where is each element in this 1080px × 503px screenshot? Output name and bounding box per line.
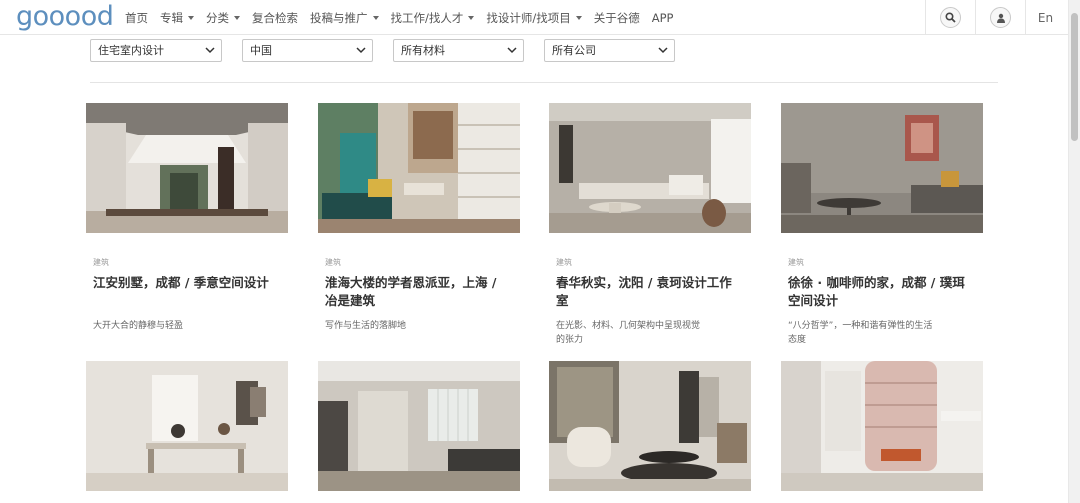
nav-item-advanced-search[interactable]: 复合检索 (252, 10, 298, 26)
filter-company-select[interactable]: 所有公司 (544, 39, 675, 62)
project-image[interactable] (86, 103, 288, 233)
project-card[interactable] (781, 361, 983, 491)
project-card[interactable] (86, 361, 288, 491)
nav-item-submit-promote[interactable]: 投稿与推广 (310, 10, 379, 26)
top-navbar: gooood 首页 专辑 分类 复合检索 投稿与推广 找工作/找人才 找设计师/… (0, 0, 1068, 35)
chevron-down-icon (658, 47, 668, 54)
project-card[interactable]: 建筑 江安别墅，成都 / 季意空间设计 大开大合的静穆与轻盈 (86, 103, 288, 353)
scrollbar-thumb[interactable] (1071, 13, 1078, 141)
language-switch[interactable]: En (1025, 0, 1065, 35)
main-menu: 首页 专辑 分类 复合检索 投稿与推广 找工作/找人才 找设计师/找项目 关于谷… (125, 0, 686, 35)
filter-type-select[interactable]: 住宅室内设计 (90, 39, 222, 62)
gooood-logo[interactable]: gooood (16, 2, 114, 32)
card-description: 写作与生活的落脚地 (325, 321, 407, 331)
card-title[interactable]: 江安别墅，成都 / 季意空间设计 (93, 274, 273, 292)
card-description: “八分哲学”，一种和谐有弹性的生活态度 (788, 321, 933, 345)
card-category: 建筑 (93, 258, 109, 267)
project-image[interactable] (781, 361, 983, 491)
card-description: 在光影、材料、几何架构中呈现视觉的张力 (556, 321, 701, 345)
project-image[interactable] (318, 361, 520, 491)
caret-down-icon (188, 15, 194, 20)
filter-region-select[interactable]: 中国 (242, 39, 373, 62)
chevron-down-icon (507, 47, 517, 54)
card-category: 建筑 (556, 258, 572, 267)
project-card[interactable]: 建筑 徐徐 · 咖啡师的家，成都 / 璞珥空间设计 “八分哲学”，一种和谐有弹性… (781, 103, 983, 353)
nav-item-app[interactable]: APP (652, 11, 674, 25)
project-image[interactable] (318, 103, 520, 233)
filter-bar: 住宅室内设计 中国 所有材料 所有公司 (90, 39, 690, 62)
caret-down-icon (468, 15, 475, 20)
filter-divider (90, 82, 998, 83)
nav-item-albums[interactable]: 专辑 (160, 10, 194, 26)
nav-item-categories[interactable]: 分类 (206, 10, 240, 26)
nav-item-home[interactable]: 首页 (125, 10, 148, 26)
caret-down-icon (234, 15, 240, 20)
project-image[interactable] (86, 361, 288, 491)
project-image[interactable] (781, 103, 983, 233)
search-icon (940, 7, 961, 28)
nav-item-jobs[interactable]: 找工作/找人才 (391, 10, 475, 26)
card-description: 大开大合的静穆与轻盈 (93, 321, 184, 331)
card-title[interactable]: 春华秋实，沈阳 / 袁珂设计工作室 (556, 274, 736, 310)
user-button[interactable] (975, 0, 1025, 35)
card-category: 建筑 (325, 258, 341, 267)
nav-item-designers[interactable]: 找设计师/找项目 (486, 10, 582, 26)
caret-down-icon (575, 15, 582, 20)
project-card[interactable]: 建筑 春华秋实，沈阳 / 袁珂设计工作室 在光影、材料、几何架构中呈现视觉的张力 (549, 103, 751, 353)
project-image[interactable] (549, 361, 751, 491)
project-card[interactable] (549, 361, 751, 491)
caret-down-icon (372, 15, 379, 20)
chevron-down-icon (356, 47, 366, 54)
search-button[interactable] (925, 0, 975, 35)
project-card[interactable]: 建筑 淮海大楼的学者恩派亚，上海 / 冶是建筑 写作与生活的落脚地 (318, 103, 520, 353)
project-card[interactable] (318, 361, 520, 491)
page-scrollbar[interactable] (1068, 0, 1080, 503)
nav-item-about[interactable]: 关于谷德 (594, 10, 640, 26)
card-title[interactable]: 徐徐 · 咖啡师的家，成都 / 璞珥空间设计 (788, 274, 968, 310)
card-category: 建筑 (788, 258, 804, 267)
card-title[interactable]: 淮海大楼的学者恩派亚，上海 / 冶是建筑 (325, 274, 505, 310)
project-image[interactable] (549, 103, 751, 233)
nav-actions: En (925, 0, 1065, 35)
user-icon (990, 7, 1011, 28)
filter-material-select[interactable]: 所有材料 (393, 39, 524, 62)
chevron-down-icon (205, 47, 215, 54)
